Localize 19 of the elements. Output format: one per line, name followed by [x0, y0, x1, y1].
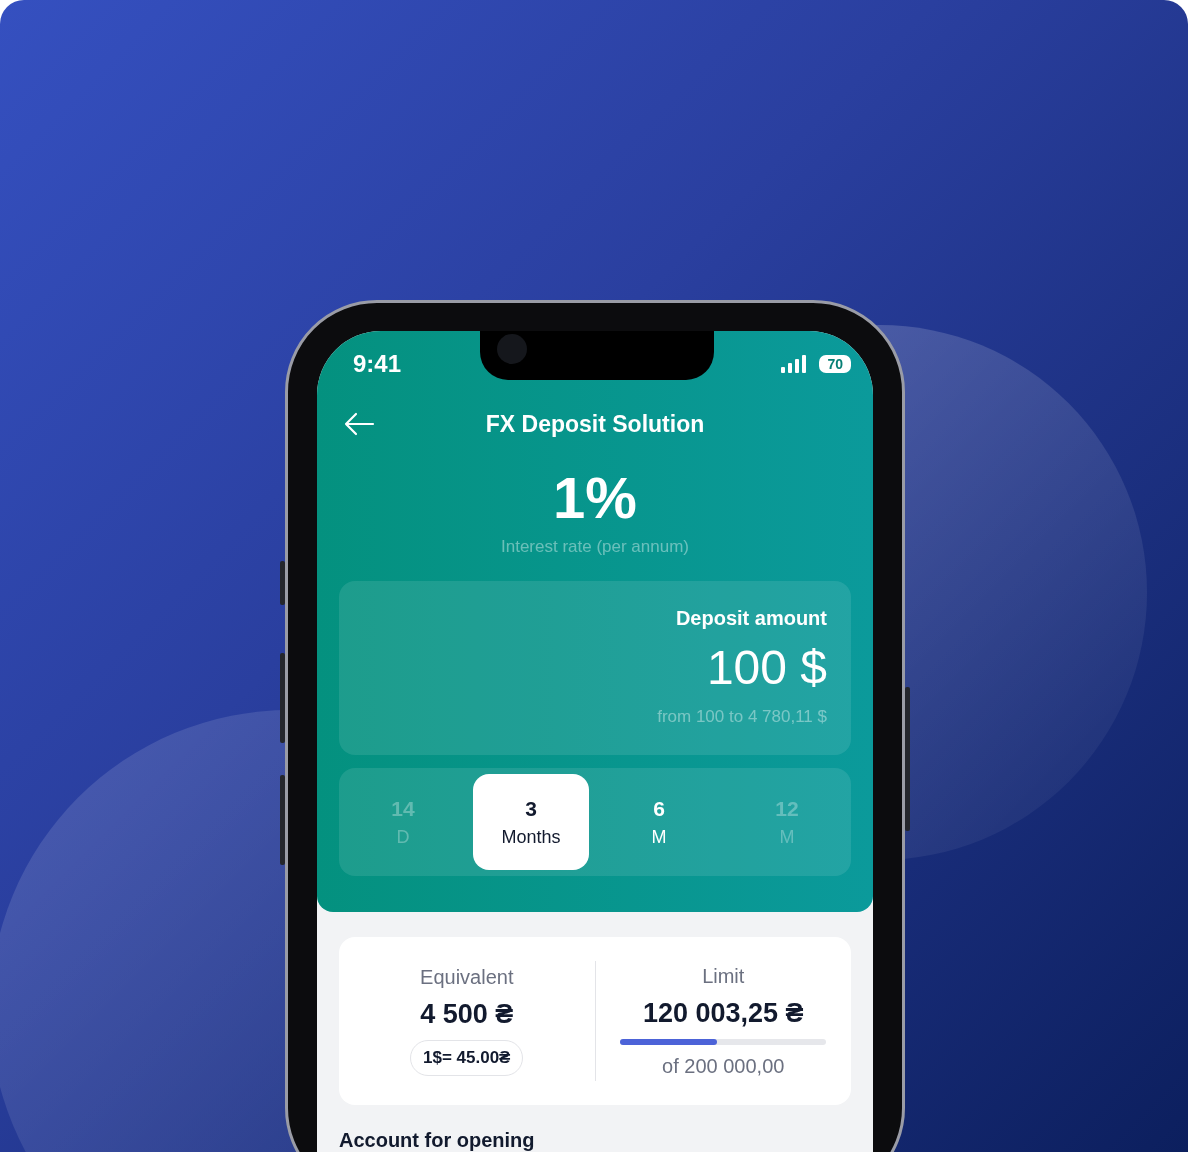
deposit-range: from 100 to 4 780,11 $ [657, 707, 827, 727]
equivalent-amount: 4 500 ₴ [420, 999, 514, 1030]
period-option[interactable]: 6 M [601, 774, 717, 870]
screen-title: FX Deposit Solution [485, 410, 705, 438]
deposit-label: Deposit amount [675, 607, 827, 630]
rate-caption: Interest rate (per annum) [501, 537, 689, 557]
limit-label: Limit [702, 964, 745, 988]
period-option[interactable]: 3 Months [473, 774, 589, 870]
deposit-amount: 100 $ [706, 640, 827, 695]
back-arrow-icon[interactable] [343, 412, 375, 436]
section-title: Account for opening [339, 1129, 536, 1152]
deposit-card[interactable]: Deposit amount 100 $ from 100 to 4 780,11 $ [339, 581, 851, 755]
limit-amount: 120 003,25 ₴ [642, 997, 804, 1029]
equivalent-label: Equivalent [420, 966, 514, 989]
status-time: 9:41 [353, 350, 402, 378]
interest-rate: 1% [553, 464, 637, 532]
camera-icon [497, 334, 527, 364]
battery-icon: 70 [819, 355, 851, 373]
limit-total: of 200 000,00 [662, 1054, 785, 1078]
